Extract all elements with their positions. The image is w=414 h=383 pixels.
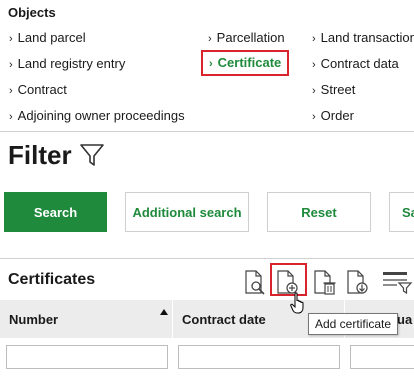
download-document-icon[interactable]	[345, 268, 371, 296]
chevron-right-icon: ›	[9, 33, 13, 45]
save-button[interactable]: Sa	[389, 192, 414, 232]
contract-date-filter-input[interactable]	[178, 345, 340, 369]
column-label: ua	[397, 311, 413, 327]
chevron-right-icon: ›	[312, 111, 316, 123]
funnel-icon	[80, 144, 104, 166]
nav-land-transaction[interactable]: › Land transaction	[312, 30, 414, 45]
nav-label: Parcellation	[216, 30, 285, 45]
chevron-right-icon: ›	[9, 85, 13, 97]
nav-contract-data[interactable]: › Contract data	[312, 56, 399, 71]
hand-cursor-icon	[290, 292, 304, 314]
add-certificate-tooltip: Add certificate	[308, 313, 399, 335]
nav-label: Land registry entry	[17, 56, 126, 71]
chevron-right-icon: ›	[9, 111, 13, 123]
divider	[0, 131, 414, 132]
nav-order[interactable]: › Order	[312, 108, 354, 123]
nav-label: Certificate	[217, 55, 282, 70]
nav-contract[interactable]: › Contract	[9, 82, 67, 97]
column-header-number[interactable]: Number	[0, 300, 172, 338]
nav-label: Order	[320, 108, 354, 123]
nav-parcellation[interactable]: › Parcellation	[208, 30, 285, 45]
nav-land-registry-entry[interactable]: › Land registry entry	[9, 56, 125, 71]
nav-label: Contract data	[320, 56, 399, 71]
view-document-icon[interactable]	[242, 268, 268, 296]
objects-heading: Objects	[8, 5, 56, 20]
filter-title: Filter	[8, 140, 72, 170]
nav-label: Contract	[17, 82, 67, 97]
nav-land-parcel[interactable]: › Land parcel	[9, 30, 86, 45]
search-button[interactable]: Search	[4, 192, 107, 232]
certificates-title: Certificates	[8, 271, 96, 288]
chevron-right-icon: ›	[312, 33, 316, 45]
column-label: Number	[9, 311, 59, 327]
divider	[0, 258, 414, 259]
chevron-right-icon: ›	[312, 85, 316, 97]
nav-label: Adjoining owner proceedings	[17, 108, 185, 123]
column-label: Contract date	[182, 311, 266, 327]
nav-label: Street	[320, 82, 356, 97]
chevron-right-icon: ›	[208, 33, 212, 45]
filter-list-icon[interactable]	[381, 268, 414, 296]
partial-filter-input[interactable]	[350, 345, 414, 369]
delete-document-icon[interactable]	[312, 268, 338, 296]
nav-label: Land transaction	[320, 30, 414, 45]
chevron-right-icon: ›	[209, 58, 213, 70]
nav-label: Land parcel	[17, 30, 86, 45]
nav-certificate[interactable]: › Certificate	[201, 50, 290, 76]
number-filter-input[interactable]	[6, 345, 168, 369]
nav-street[interactable]: › Street	[312, 82, 355, 97]
chevron-right-icon: ›	[312, 59, 316, 71]
sort-ascending-icon	[160, 309, 168, 315]
additional-search-button[interactable]: Additional search	[125, 192, 249, 232]
reset-button[interactable]: Reset	[267, 192, 371, 232]
chevron-right-icon: ›	[9, 59, 13, 71]
nav-adjoining-owner-proceedings[interactable]: › Adjoining owner proceedings	[9, 108, 185, 123]
